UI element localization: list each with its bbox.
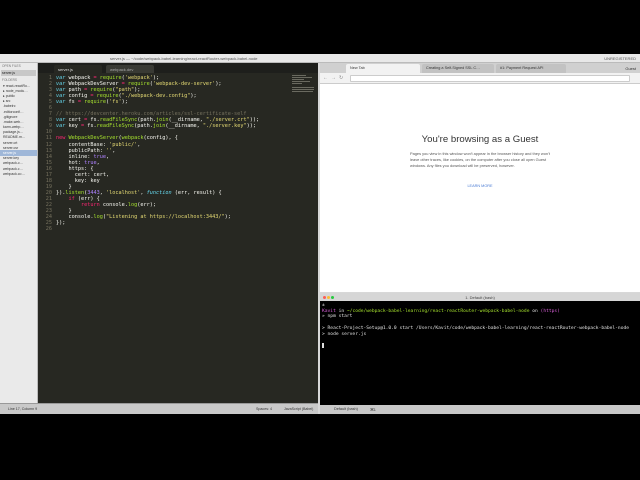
- file-tree: ▾ react-reactRo… ▸ node_modu… ▸ public ▸ sr…: [0, 83, 37, 176]
- back-icon[interactable]: ←: [323, 75, 328, 81]
- syntax-mode[interactable]: JavaScript (Babel): [284, 407, 313, 411]
- tab-new-tab[interactable]: New Tab: [346, 64, 420, 73]
- prompt-path: ~/code/webpack-babel-learning/react-reac…: [346, 308, 530, 314]
- terminal-cursor-line: [322, 342, 638, 350]
- code-editor: OPEN FILES server.js FOLDERS ▾ react-rea…: [0, 63, 318, 414]
- window-title: server.js — ~/code/webpack-babel-learnin…: [110, 56, 258, 61]
- forward-icon[interactable]: →: [331, 75, 336, 81]
- terminal-tab-shortcut: ⌘1: [370, 408, 376, 412]
- cursor-position: Line 17, Column 9: [8, 407, 38, 411]
- editor-status-bar: Line 17, Column 9 Spaces: 4 JavaScript (…: [0, 403, 318, 414]
- learn-more-link[interactable]: LEARN MORE: [320, 184, 640, 188]
- terminal-cursor: [322, 342, 324, 348]
- editor-sidebar: OPEN FILES server.js FOLDERS ▾ react-rea…: [0, 63, 38, 403]
- open-file-item[interactable]: server.js: [1, 70, 36, 76]
- code-area[interactable]: var webpack = require('webpack'); var We…: [56, 75, 292, 226]
- unregistered-label: UNREGISTERED: [604, 56, 636, 61]
- editor-tab-bar: server.js webpack.dev: [38, 63, 318, 73]
- sidebar-file-item[interactable]: webpack.co…: [0, 171, 37, 176]
- window-controls[interactable]: [323, 295, 335, 300]
- line-number: 26: [45, 226, 52, 233]
- prompt-user: Kavit: [322, 308, 336, 314]
- indent-setting[interactable]: Spaces: 4: [256, 407, 272, 411]
- guest-profile-label[interactable]: Guest: [625, 66, 636, 71]
- address-input[interactable]: [350, 75, 630, 82]
- tab-webpack-dev[interactable]: webpack.dev: [106, 65, 154, 73]
- tab-server-js[interactable]: server.js: [54, 65, 102, 73]
- browser-window: New Tab Creating a Self-Signed SSL C… #1…: [320, 63, 640, 292]
- terminal-window[interactable]: 1. Default (bash) ± Kavit in ~/code/webpa…: [320, 293, 640, 414]
- terminal-title-bar: 1. Default (bash): [320, 293, 640, 301]
- terminal-tab-default[interactable]: Default (bash): [334, 407, 358, 411]
- guest-description: Pages you view in this window won't appe…: [410, 151, 550, 169]
- prompt-branch: (https): [540, 308, 560, 314]
- menu-bar: server.js — ~/code/webpack-babel-learnin…: [0, 54, 640, 63]
- tab-self-signed-ssl[interactable]: Creating a Self-Signed SSL C…: [422, 64, 494, 73]
- address-bar-row: ← → ↻: [320, 73, 640, 84]
- open-files-title: OPEN FILES: [2, 64, 21, 68]
- reload-icon[interactable]: ↻: [339, 75, 343, 81]
- terminal-output[interactable]: ± Kavit in ~/code/webpack-babel-learning/…: [322, 303, 638, 350]
- terminal-tab-bar: Default (bash) ⌘1: [320, 405, 640, 414]
- desktop-screen: server.js — ~/code/webpack-babel-learnin…: [0, 54, 640, 414]
- line-number-gutter: 1 2 3 4 5 6 7 8 9 10 11 12 13 14 15 16 17 18 19 20 21 22 23 24 2…: [38, 75, 52, 232]
- terminal-title: 1. Default (bash): [465, 295, 495, 300]
- prompt-in: in: [335, 308, 347, 314]
- guest-title: You're browsing as a Guest: [421, 134, 539, 145]
- terminal-line: > React-Project-Setup@1.0.0 start /Users…: [322, 325, 629, 331]
- tab-payment-request[interactable]: #1: Payment Request API: [496, 64, 566, 73]
- browser-tab-bar: New Tab Creating a Self-Signed SSL C… #1…: [320, 63, 640, 73]
- prompt-on: on: [529, 308, 541, 314]
- minimap[interactable]: [292, 75, 316, 105]
